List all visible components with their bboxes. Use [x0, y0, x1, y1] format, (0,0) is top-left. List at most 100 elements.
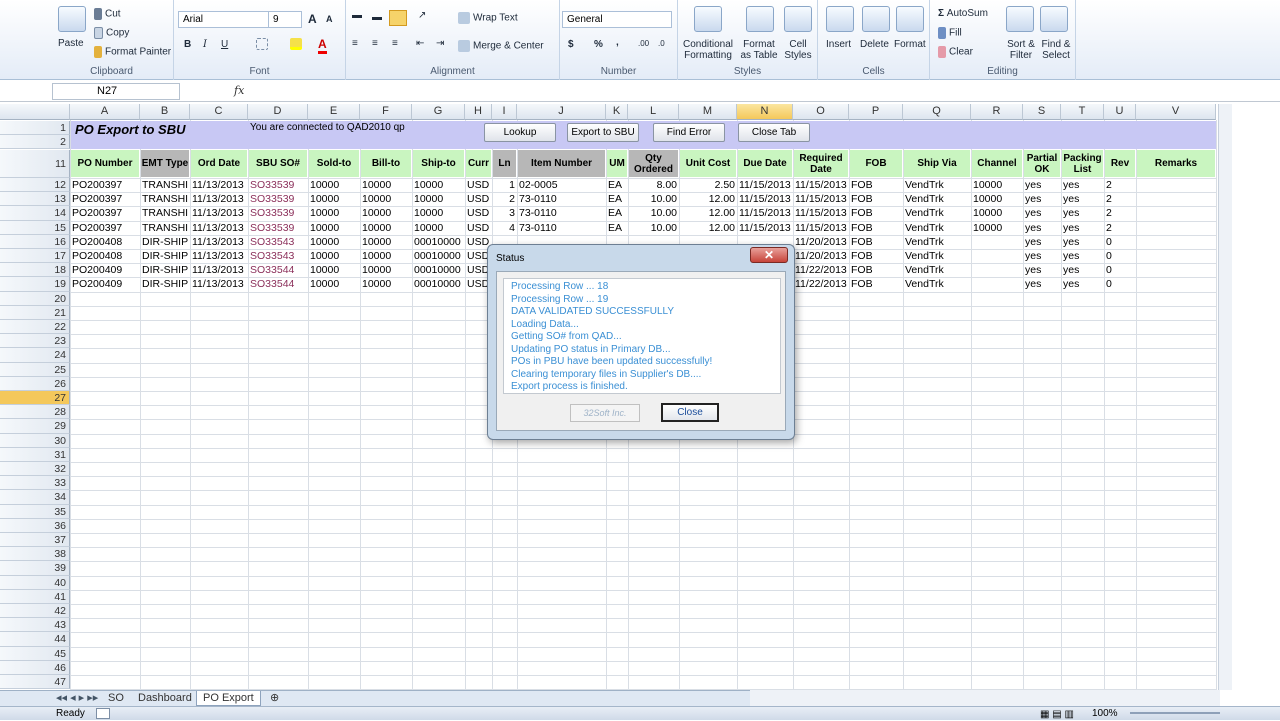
table-cell[interactable]: 10000 — [414, 221, 463, 235]
table-cell[interactable]: 4 — [494, 221, 515, 235]
sort-filter-icon[interactable] — [1006, 6, 1034, 32]
table-cell[interactable]: VendTrk — [905, 249, 969, 263]
align-center-icon[interactable]: ≡ — [372, 38, 378, 49]
delete-icon[interactable] — [862, 6, 890, 32]
table-cell[interactable]: 10000 — [310, 221, 358, 235]
table-cell[interactable]: EA — [608, 221, 626, 235]
table-cell[interactable]: 11/15/2013 — [795, 192, 847, 206]
insert-button[interactable]: Insert — [826, 39, 851, 50]
clear-button[interactable]: Clear — [938, 46, 973, 58]
table-cell[interactable]: SO33543 — [250, 235, 306, 249]
row-header-47[interactable]: 47 — [0, 675, 70, 690]
column-header-b[interactable]: B — [140, 104, 190, 120]
increase-indent-icon[interactable]: ⇥ — [436, 38, 444, 49]
close-tab-button[interactable]: Close Tab — [738, 123, 810, 142]
row-header-14[interactable]: 14 — [0, 206, 70, 221]
dialog-close-icon[interactable]: ✕ — [750, 247, 788, 263]
cut-button[interactable]: Cut — [94, 8, 121, 20]
table-cell[interactable]: 10000 — [362, 178, 410, 192]
column-header-p[interactable]: P — [849, 104, 903, 120]
table-cell[interactable]: SO33539 — [250, 221, 306, 235]
row-header-22[interactable]: 22 — [0, 320, 70, 335]
column-header-r[interactable]: R — [971, 104, 1023, 120]
column-header-q[interactable]: Q — [903, 104, 971, 120]
table-cell[interactable]: VendTrk — [905, 192, 969, 206]
table-cell[interactable]: yes — [1063, 277, 1102, 291]
font-color-button[interactable]: A — [318, 37, 327, 54]
table-cell[interactable]: 11/15/2013 — [739, 192, 791, 206]
table-cell[interactable]: yes — [1025, 249, 1059, 263]
table-cell[interactable]: EA — [608, 192, 626, 206]
table-cell[interactable]: 2 — [1106, 206, 1134, 220]
table-cell[interactable]: 11/13/2013 — [192, 277, 246, 291]
table-cell[interactable]: 10000 — [362, 235, 410, 249]
currency-button[interactable]: $ — [568, 39, 574, 50]
table-cell[interactable]: yes — [1025, 221, 1059, 235]
row-header-36[interactable]: 36 — [0, 518, 70, 533]
table-cell[interactable]: SO33539 — [250, 178, 306, 192]
row-header-35[interactable]: 35 — [0, 504, 70, 519]
table-cell[interactable]: FOB — [851, 221, 901, 235]
table-cell[interactable]: 11/15/2013 — [795, 206, 847, 220]
row-header-43[interactable]: 43 — [0, 618, 70, 633]
row-header-17[interactable]: 17 — [0, 249, 70, 264]
new-sheet-icon[interactable]: ⊕ — [264, 691, 285, 706]
table-cell[interactable]: VendTrk — [905, 178, 969, 192]
select-all-corner[interactable] — [0, 104, 70, 120]
table-cell[interactable]: DIR-SHIP — [142, 249, 188, 263]
table-cell[interactable]: yes — [1063, 235, 1102, 249]
row-header-44[interactable]: 44 — [0, 632, 70, 647]
table-cell[interactable]: PO200397 — [72, 192, 138, 206]
table-cell[interactable]: 2 — [1106, 221, 1134, 235]
bold-button[interactable]: B — [184, 39, 191, 50]
paste-button[interactable]: Paste — [58, 38, 84, 49]
merge-center-button[interactable]: Merge & Center — [458, 40, 544, 52]
table-cell[interactable]: TRANSHIF — [142, 178, 188, 192]
table-cell[interactable]: 10.00 — [630, 221, 677, 235]
table-cell[interactable]: SO33539 — [250, 206, 306, 220]
format-painter-button[interactable]: Format Painter — [94, 46, 171, 58]
table-cell[interactable]: 10000 — [310, 178, 358, 192]
table-cell[interactable]: PO200408 — [72, 235, 138, 249]
column-header-f[interactable]: F — [360, 104, 412, 120]
table-cell[interactable]: USD — [467, 192, 490, 206]
table-cell[interactable]: 11/13/2013 — [192, 192, 246, 206]
row-header-31[interactable]: 31 — [0, 447, 70, 462]
lookup-button[interactable]: Lookup — [484, 123, 556, 142]
table-cell[interactable]: 11/22/2013 — [795, 277, 847, 291]
table-cell[interactable]: 10000 — [310, 249, 358, 263]
table-cell[interactable]: 12.00 — [681, 192, 735, 206]
column-header-s[interactable]: S — [1023, 104, 1061, 120]
table-cell[interactable]: 11/15/2013 — [739, 178, 791, 192]
table-cell[interactable]: 10000 — [973, 221, 1021, 235]
table-cell[interactable]: 11/13/2013 — [192, 178, 246, 192]
find-select-button[interactable]: Find & Select — [1038, 39, 1074, 61]
row-header-42[interactable]: 42 — [0, 604, 70, 619]
table-cell[interactable]: PO200409 — [72, 277, 138, 291]
table-cell[interactable]: 12.00 — [681, 221, 735, 235]
table-cell[interactable]: PO200409 — [72, 263, 138, 277]
decrease-indent-icon[interactable]: ⇤ — [416, 38, 424, 49]
table-cell[interactable]: FOB — [851, 178, 901, 192]
table-cell[interactable]: VendTrk — [905, 235, 969, 249]
table-cell[interactable]: 10000 — [414, 178, 463, 192]
tab-so[interactable]: SO — [102, 691, 130, 706]
table-cell[interactable]: yes — [1025, 235, 1059, 249]
table-cell[interactable]: 12.00 — [681, 206, 735, 220]
column-header-l[interactable]: L — [628, 104, 679, 120]
table-cell[interactable]: 11/15/2013 — [795, 221, 847, 235]
row-header-21[interactable]: 21 — [0, 305, 70, 320]
column-header-i[interactable]: I — [492, 104, 517, 120]
align-right-icon[interactable]: ≡ — [392, 38, 398, 49]
table-cell[interactable]: 10000 — [310, 277, 358, 291]
table-cell[interactable]: 10.00 — [630, 206, 677, 220]
table-cell[interactable]: 11/13/2013 — [192, 221, 246, 235]
table-cell[interactable]: PO200408 — [72, 249, 138, 263]
copy-button[interactable]: Copy — [94, 27, 129, 39]
table-cell[interactable]: 00010000 — [414, 249, 463, 263]
table-cell[interactable]: 10.00 — [630, 192, 677, 206]
row-header-24[interactable]: 24 — [0, 348, 70, 363]
table-cell[interactable]: PO200397 — [72, 178, 138, 192]
table-cell[interactable]: 11/15/2013 — [739, 206, 791, 220]
column-header-m[interactable]: M — [679, 104, 737, 120]
